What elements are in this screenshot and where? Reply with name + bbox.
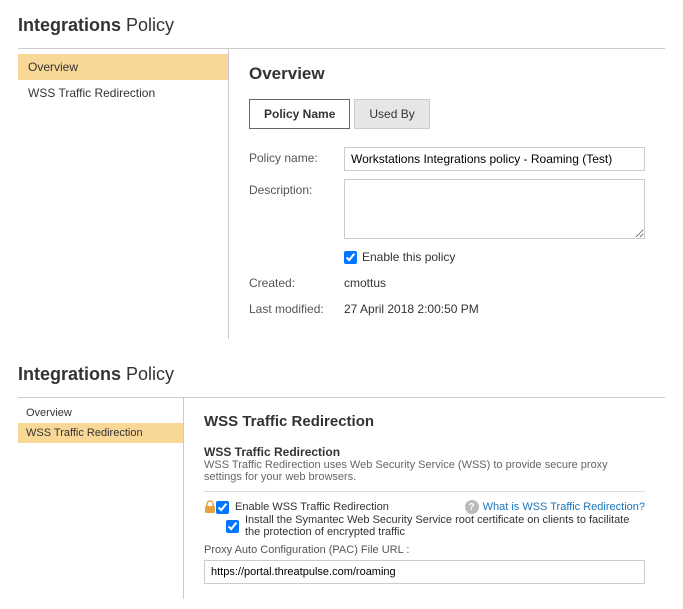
integrations-policy-panel-wss: Integrations Policy Overview WSS Traffic…	[0, 349, 683, 609]
wss-description: WSS Traffic Redirection uses Web Securit…	[204, 459, 645, 492]
integrations-policy-panel-overview: Integrations Policy Overview WSS Traffic…	[0, 0, 683, 349]
sidebar-item-wss[interactable]: WSS Traffic Redirection	[18, 80, 228, 106]
content-heading: Overview	[249, 64, 645, 84]
help-link-wss[interactable]: ? What is WSS Traffic Redirection?	[465, 500, 645, 514]
enable-policy-label: Enable this policy	[362, 250, 455, 264]
wss-subtitle: WSS Traffic Redirection	[204, 445, 645, 459]
pac-url-input[interactable]	[204, 560, 645, 584]
policy-name-label: Policy name:	[249, 147, 344, 171]
description-label: Description:	[249, 179, 344, 242]
content-wss: WSS Traffic Redirection WSS Traffic Redi…	[183, 398, 665, 599]
modified-label: Last modified:	[249, 298, 344, 316]
policy-name-input[interactable]	[344, 147, 645, 171]
sidebar: Overview WSS Traffic Redirection	[18, 49, 228, 339]
created-label: Created:	[249, 272, 344, 290]
enable-wss-checkbox[interactable]	[216, 501, 229, 514]
enable-wss-label: Enable WSS Traffic Redirection	[235, 501, 389, 513]
lock-icon	[204, 500, 216, 514]
page-title: Integrations Policy	[18, 15, 665, 36]
sidebar-item-wss[interactable]: WSS Traffic Redirection	[18, 423, 183, 443]
install-cert-label: Install the Symantec Web Security Servic…	[245, 514, 645, 538]
install-cert-checkbox[interactable]	[226, 520, 239, 533]
sidebar-item-overview[interactable]: Overview	[18, 403, 183, 423]
content-overview: Overview Policy Name Used By Policy name…	[228, 49, 665, 339]
tab-policy-name[interactable]: Policy Name	[249, 99, 350, 129]
pac-url-label: Proxy Auto Configuration (PAC) File URL …	[204, 544, 645, 556]
tab-used-by[interactable]: Used By	[354, 99, 429, 129]
modified-value: 27 April 2018 2:00:50 PM	[344, 298, 645, 316]
created-value: cmottus	[344, 272, 645, 290]
help-icon: ?	[465, 500, 479, 514]
page-title: Integrations Policy	[18, 364, 665, 385]
enable-policy-checkbox[interactable]	[344, 251, 357, 264]
content-heading: WSS Traffic Redirection	[204, 413, 645, 430]
description-input[interactable]	[344, 179, 645, 239]
sidebar: Overview WSS Traffic Redirection	[18, 398, 183, 599]
tabs: Policy Name Used By	[249, 99, 645, 129]
sidebar-item-overview[interactable]: Overview	[18, 54, 228, 80]
